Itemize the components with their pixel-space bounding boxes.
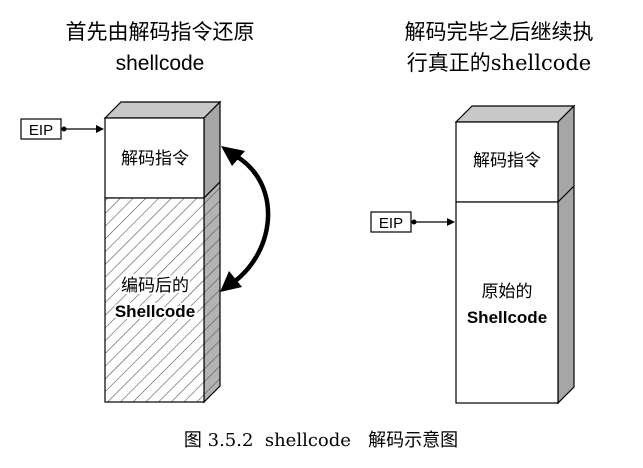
right-column-side (557, 104, 575, 405)
left-title-line2: shellcode (116, 52, 205, 75)
left-encoded-shellcode-block (104, 197, 205, 403)
left-encoded-label-line2: Shellcode (115, 302, 195, 321)
left-column-top-face (103, 101, 222, 119)
right-original-shellcode-block (455, 201, 559, 404)
shellcode-decoding-diagram: 首先由解码指令还原 shellcode 解码指令 编码后的 Shellcode … (20, 20, 594, 451)
left-panel: 首先由解码指令还原 shellcode 解码指令 编码后的 Shellcode … (20, 20, 271, 404)
right-title-line2: 行真正的shellcode (407, 51, 591, 75)
left-column-side-lower (203, 180, 221, 404)
right-eip-label: EIP (379, 215, 403, 232)
left-eip-label: EIP (29, 122, 53, 139)
left-memory-column (103, 100, 222, 404)
right-panel: 解码完毕之后继续执 行真正的shellcode 解码指令 原始的 Shellco… (370, 20, 594, 405)
right-title-line1: 解码完毕之后继续执 (405, 20, 594, 44)
right-decoder-label: 解码指令 (473, 151, 541, 170)
decode-cycle-arrow (220, 146, 271, 292)
left-encoded-label-line1: 编码后的 (121, 276, 189, 295)
decode-cycle-arrowhead-top (221, 146, 245, 166)
right-original-label-line2: Shellcode (467, 308, 547, 327)
right-original-label-line1: 原始的 (482, 282, 533, 301)
left-title-line1: 首先由解码指令还原 (66, 20, 255, 44)
left-decoder-label: 解码指令 (121, 149, 189, 168)
decode-cycle-arrowhead-bottom (220, 271, 242, 292)
right-column-top-face (454, 105, 576, 123)
figure-caption: 图 3.5.2 shellcode 解码示意图 (184, 430, 458, 451)
